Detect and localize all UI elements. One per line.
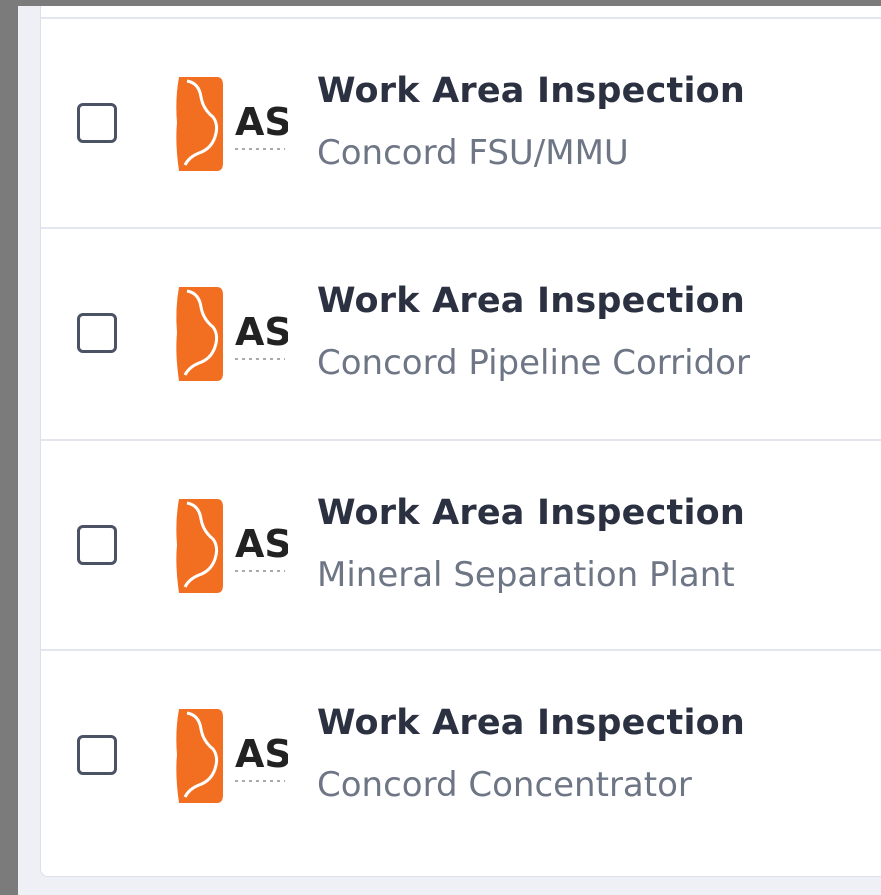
item-title: Work Area Inspection xyxy=(317,703,746,743)
svg-text:AS: AS xyxy=(235,732,288,776)
company-logo-icon: AS xyxy=(173,283,288,383)
page-viewport: AS Work Area Inspection Concord FSU/MMU … xyxy=(18,6,881,895)
select-checkbox[interactable] xyxy=(77,313,117,353)
item-location: Concord Pipeline Corridor xyxy=(317,343,750,383)
company-logo-icon: AS xyxy=(173,495,288,595)
company-logo-icon: AS xyxy=(173,705,288,805)
list-item[interactable]: AS Work Area Inspection Concord FSU/MMU xyxy=(41,17,881,227)
list-item[interactable]: AS Work Area Inspection Concord Pipeline… xyxy=(41,227,881,437)
svg-text:AS: AS xyxy=(235,522,288,566)
svg-text:AS: AS xyxy=(235,100,288,144)
select-checkbox[interactable] xyxy=(77,735,117,775)
item-location: Concord Concentrator xyxy=(317,765,692,805)
item-title: Work Area Inspection xyxy=(317,493,746,533)
select-checkbox[interactable] xyxy=(77,525,117,565)
item-location: Concord FSU/MMU xyxy=(317,133,629,173)
list-item[interactable]: AS Work Area Inspection Concord Concentr… xyxy=(41,649,881,859)
company-logo-icon: AS xyxy=(173,73,288,173)
item-location: Mineral Separation Plant xyxy=(317,555,735,595)
inspection-list-card: AS Work Area Inspection Concord FSU/MMU … xyxy=(40,6,881,877)
item-title: Work Area Inspection xyxy=(317,71,746,111)
list-item[interactable]: AS Work Area Inspection Mineral Separati… xyxy=(41,439,881,649)
item-title: Work Area Inspection xyxy=(317,281,746,321)
svg-text:AS: AS xyxy=(235,310,288,354)
select-checkbox[interactable] xyxy=(77,103,117,143)
